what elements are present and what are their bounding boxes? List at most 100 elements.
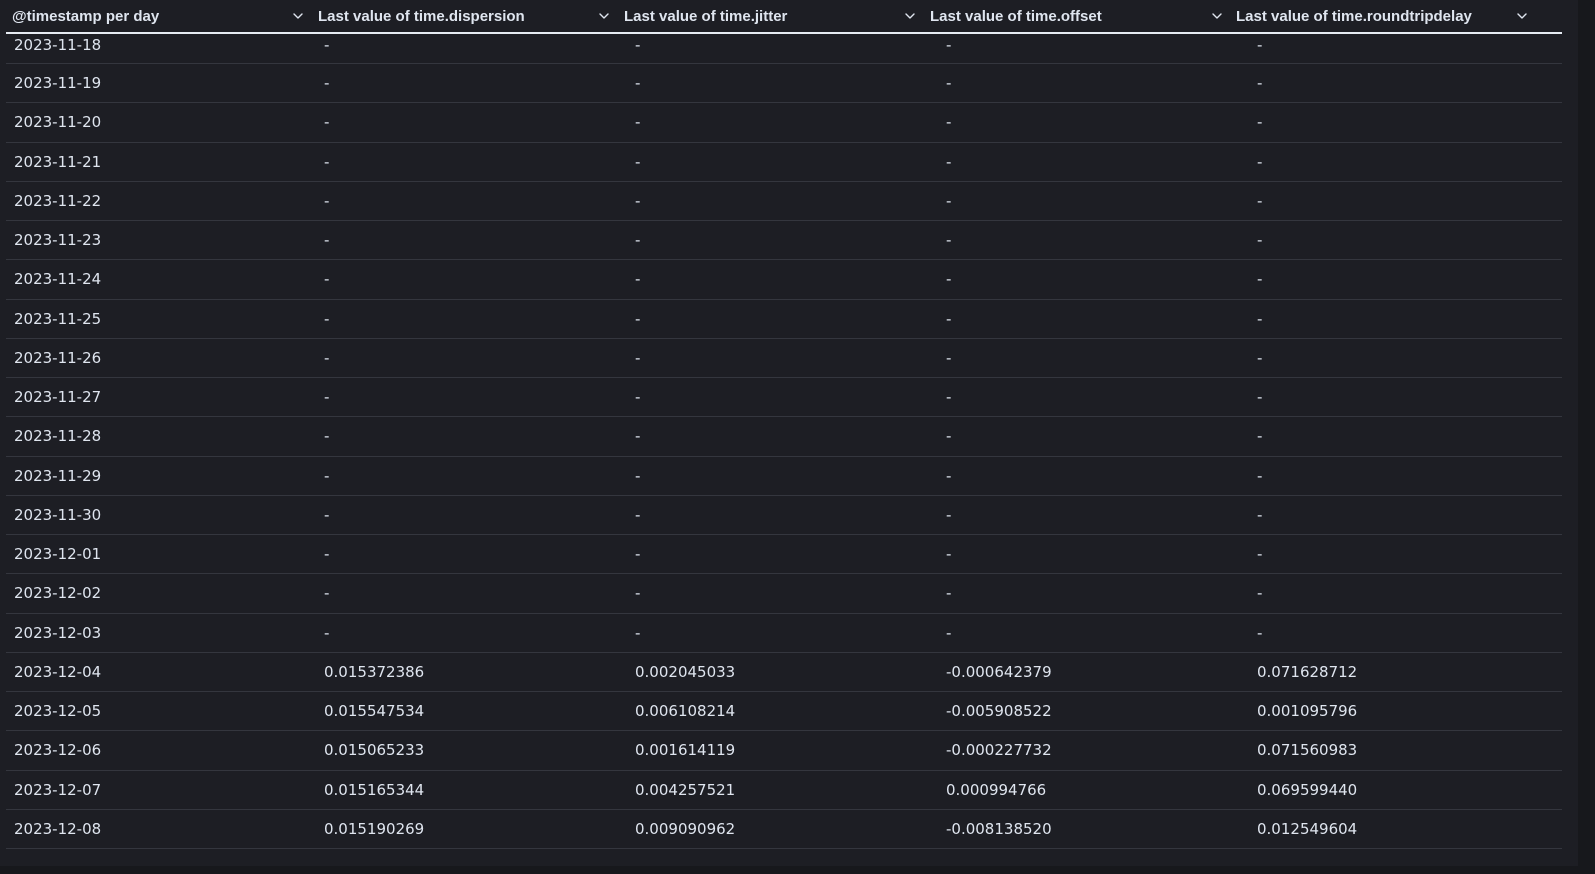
data-table: @timestamp per day Last value of time.dis…: [6, 0, 1562, 849]
table-cell-col-2: -: [635, 466, 641, 485]
table-cell-col-2: -: [635, 191, 641, 210]
column-header-0[interactable]: @timestamp per day: [12, 0, 159, 32]
column-header-2[interactable]: Last value of time.jitter: [624, 0, 787, 32]
table-row: 2023-12-02 - - - -: [6, 574, 1562, 614]
table-cell-col-3: -: [946, 348, 952, 367]
table-cell-col-1: -: [324, 427, 330, 446]
table-cell-col-2: -: [635, 309, 641, 328]
table-cell-col-1: -: [324, 113, 330, 132]
table-cell-col-1: -: [324, 36, 330, 54]
table-cell-col-0: 2023-11-27: [14, 388, 102, 407]
table-cell-col-4: -: [1257, 388, 1263, 407]
chevron-down-icon[interactable]: [1211, 10, 1223, 22]
table-header: @timestamp per day Last value of time.dis…: [6, 0, 1562, 34]
table-cell-col-2: -: [635, 427, 641, 446]
table-cell-col-2: -: [635, 231, 641, 250]
column-header-4[interactable]: Last value of time.roundtripdelay: [1236, 0, 1472, 32]
table-cell-col-4: -: [1257, 545, 1263, 564]
table-cell-col-3: -: [946, 113, 952, 132]
table-cell-col-1: -: [324, 74, 330, 93]
table-cell-col-1: -: [324, 348, 330, 367]
table-cell-col-4: -: [1257, 348, 1263, 367]
table-cell-col-1: -: [324, 505, 330, 524]
table-row: 2023-11-19 - - - -: [6, 64, 1562, 104]
table-row: 2023-12-06 0.015065233 0.001614119 -0.00022…: [6, 731, 1562, 771]
table-cell-col-3: -: [946, 388, 952, 407]
table-cell-col-4: 0.001095796: [1257, 702, 1358, 721]
column-header-3[interactable]: Last value of time.offset: [930, 0, 1102, 32]
table-cell-col-4: -: [1257, 584, 1263, 603]
table-cell-col-0: 2023-12-07: [14, 780, 102, 799]
vertical-scrollbar[interactable]: [1578, 0, 1595, 874]
table-cell-col-3: -0.000642379: [946, 662, 1052, 681]
column-header-label: Last value of time.dispersion: [318, 7, 525, 25]
table-cell-col-4: -: [1257, 113, 1263, 132]
table-cell-col-3: -: [946, 584, 952, 603]
chevron-down-icon[interactable]: [598, 10, 610, 22]
table-cell-col-3: -: [946, 74, 952, 93]
table-cell-col-1: -: [324, 152, 330, 171]
table-cell-col-2: 0.009090962: [635, 819, 736, 838]
table-cell-col-0: 2023-11-22: [14, 191, 102, 210]
table-cell-col-2: 0.001614119: [635, 741, 736, 760]
table-cell-col-2: -: [635, 113, 641, 132]
table-cell-col-3: -: [946, 427, 952, 446]
table-cell-col-0: 2023-12-02: [14, 584, 102, 603]
chevron-down-icon[interactable]: [292, 10, 304, 22]
table-cell-col-1: -: [324, 466, 330, 485]
table-cell-col-3: -: [946, 466, 952, 485]
table-cell-col-0: 2023-12-01: [14, 545, 102, 564]
table-row: 2023-11-22 - - - -: [6, 182, 1562, 221]
table-cell-col-2: -: [635, 623, 641, 642]
table-cell-col-2: 0.004257521: [635, 780, 736, 799]
panel-bottom-edge: [0, 866, 1595, 874]
table-cell-col-3: 0.000994766: [946, 780, 1047, 799]
table-cell-col-2: -: [635, 36, 641, 54]
table-cell-col-1: 0.015372386: [324, 662, 425, 681]
table-cell-col-2: -: [635, 152, 641, 171]
table-cell-col-1: -: [324, 270, 330, 289]
table-cell-col-4: -: [1257, 623, 1263, 642]
table-cell-col-1: -: [324, 584, 330, 603]
table-cell-col-3: -0.008138520: [946, 819, 1052, 838]
table-cell-col-2: -: [635, 348, 641, 367]
table-row: 2023-11-25 - - - -: [6, 300, 1562, 339]
table-row: 2023-12-08 0.015190269 0.009090962 -0.00813…: [6, 810, 1562, 849]
table-cell-col-4: -: [1257, 191, 1263, 210]
column-header-label: Last value of time.offset: [930, 7, 1102, 25]
table-cell-col-0: 2023-12-03: [14, 623, 102, 642]
chevron-down-icon[interactable]: [904, 10, 916, 22]
table-cell-col-0: 2023-12-04: [14, 662, 102, 681]
table-row: 2023-12-01 - - - -: [6, 535, 1562, 575]
table-cell-col-0: 2023-11-18: [14, 36, 102, 54]
column-header-label: Last value of time.jitter: [624, 7, 788, 25]
table-cell-col-4: -: [1257, 427, 1263, 446]
table-cell-col-0: 2023-11-20: [14, 113, 102, 132]
chevron-down-icon[interactable]: [1516, 10, 1528, 22]
table-cell-col-3: -: [946, 623, 952, 642]
table-cell-col-0: 2023-11-29: [14, 466, 102, 485]
table-row: 2023-12-07 0.015165344 0.004257521 0.000994…: [6, 771, 1562, 810]
table-row: 2023-11-26 - - - -: [6, 339, 1562, 378]
table-cell-col-2: -: [635, 388, 641, 407]
table-cell-col-1: 0.015547534: [324, 702, 425, 721]
table-cell-col-2: -: [635, 270, 641, 289]
table-cell-col-1: -: [324, 309, 330, 328]
table-cell-col-3: -: [946, 309, 952, 328]
table-cell-col-4: -: [1257, 505, 1263, 524]
table-cell-col-3: -: [946, 270, 952, 289]
table-cell-col-0: 2023-11-21: [14, 152, 102, 171]
table-cell-col-4: -: [1257, 309, 1263, 328]
table-cell-col-4: -: [1257, 36, 1263, 54]
table-cell-col-1: 0.015165344: [324, 780, 425, 799]
table-cell-col-4: -: [1257, 231, 1263, 250]
table-cell-col-1: -: [324, 191, 330, 210]
table-cell-col-4: 0.071628712: [1257, 662, 1358, 681]
table-body: 2023-11-18 - - - - 2023-11-19 - - - - 2023-11-20 - -…: [6, 34, 1562, 849]
table-cell-col-3: -: [946, 505, 952, 524]
column-header-label: @timestamp per day: [12, 7, 160, 25]
table-cell-col-0: 2023-11-28: [14, 427, 102, 446]
table-cell-col-4: 0.071560983: [1257, 741, 1358, 760]
column-header-1[interactable]: Last value of time.dispersion: [318, 0, 525, 32]
table-cell-col-0: 2023-11-25: [14, 309, 102, 328]
